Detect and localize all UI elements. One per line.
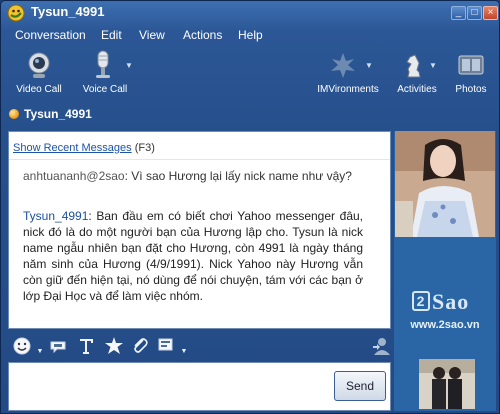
contact-info-icon[interactable] xyxy=(372,336,392,356)
show-recent-messages-link[interactable]: Show Recent Messages xyxy=(13,142,132,154)
contact-display-photo[interactable] xyxy=(395,131,495,237)
2sao-url: www.2sao.vn xyxy=(410,319,480,331)
contact-name: Tysun_4991 xyxy=(24,107,92,121)
menu-view[interactable]: View xyxy=(139,28,165,42)
recent-messages-shortcut: (F3) xyxy=(134,142,155,154)
insert-dropdown-icon[interactable]: ▼ xyxy=(174,342,194,362)
nudge-icon[interactable] xyxy=(104,336,124,356)
menu-bar: Conversation Edit View Actions Help xyxy=(1,25,499,45)
close-button[interactable]: × xyxy=(483,6,498,20)
yahoo-messenger-icon xyxy=(7,4,25,22)
menu-actions[interactable]: Actions xyxy=(183,28,222,42)
insert-icon[interactable] xyxy=(156,336,176,356)
maximize-button[interactable]: □ xyxy=(467,6,482,20)
menu-help[interactable]: Help xyxy=(238,28,263,42)
2sao-logo: 2 Sao xyxy=(412,289,469,315)
video-call-label: Video Call xyxy=(16,84,62,95)
voice-call-button[interactable]: ▼ Voice Call xyxy=(77,47,133,99)
imvironments-button[interactable]: ▼ IMVironments xyxy=(313,47,383,99)
microphone-icon xyxy=(96,50,110,78)
photos-label: Photos xyxy=(455,84,487,95)
webcam-icon xyxy=(28,52,50,78)
display-image-panel: 2 Sao www.2sao.vn xyxy=(394,131,496,411)
divider xyxy=(9,159,390,160)
activities-dropdown-icon[interactable]: ▼ xyxy=(429,61,437,70)
imvironments-label: IMVironments xyxy=(317,84,379,95)
menu-conversation[interactable]: Conversation xyxy=(15,28,86,42)
message-text: : Ban đầu em có biết chơi Yahoo messenge… xyxy=(23,209,363,303)
activities-label: Activities xyxy=(397,84,437,95)
messenger-window: Tysun_4991 _ □ × Conversation Edit View … xyxy=(0,0,500,414)
chess-knight-icon xyxy=(406,54,421,78)
emoticon-icon[interactable] xyxy=(12,336,32,356)
minimize-button[interactable]: _ xyxy=(451,6,466,20)
my-display-photo[interactable] xyxy=(419,359,475,409)
voice-call-label: Voice Call xyxy=(82,84,128,95)
2sao-watermark: 2 Sao www.2sao.vn xyxy=(394,281,496,341)
conversation-pane[interactable]: Show Recent Messages (F3) anhtuananh@2sa… xyxy=(8,131,391,329)
main-toolbar: Video Call ▼ Voice Call ▼ IMVironments ▼… xyxy=(1,47,499,99)
message-sender: Tysun_4991 xyxy=(23,209,89,223)
imvironment-leaf-icon xyxy=(331,53,355,78)
activities-button[interactable]: ▼ Activities xyxy=(393,47,441,99)
window-title: Tysun_4991 xyxy=(31,4,105,19)
send-button[interactable]: Send xyxy=(334,371,386,401)
attach-icon[interactable] xyxy=(130,336,150,356)
photos-icon xyxy=(458,55,484,75)
message: anhtuananh@2sao: Vì sao Hương lại lấy ni… xyxy=(23,168,363,184)
message-sender: anhtuananh@2sao xyxy=(23,169,125,183)
photos-button[interactable]: Photos xyxy=(451,47,491,99)
voice-call-dropdown-icon[interactable]: ▼ xyxy=(125,61,133,70)
format-toolbar: ▼ ▼ xyxy=(8,332,391,360)
emoticon-dropdown-icon[interactable]: ▼ xyxy=(30,342,50,362)
menu-edit[interactable]: Edit xyxy=(101,28,122,42)
title-bar[interactable]: Tysun_4991 _ □ × xyxy=(1,1,499,25)
imvironments-dropdown-icon[interactable]: ▼ xyxy=(365,61,373,70)
video-call-button[interactable]: Video Call xyxy=(13,47,65,99)
text-format-icon[interactable] xyxy=(76,336,96,356)
recent-messages-row: Show Recent Messages (F3) xyxy=(13,142,155,154)
message: Tysun_4991: Ban đầu em có biết chơi Yaho… xyxy=(23,208,363,304)
message-text: : Vì sao Hương lại lấy nick name như vậy… xyxy=(124,169,352,183)
status-indicator-icon xyxy=(9,109,19,119)
audible-icon[interactable] xyxy=(48,336,68,356)
